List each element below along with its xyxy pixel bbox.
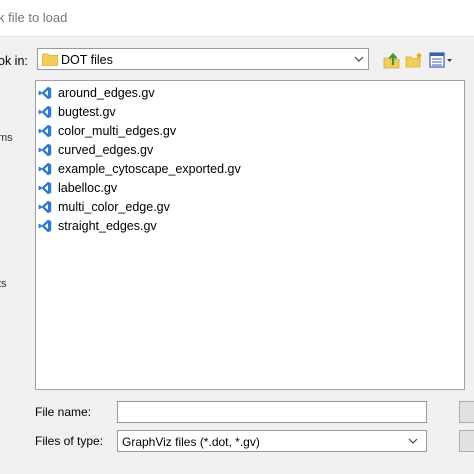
file-name: color_multi_edges.gv xyxy=(58,124,177,138)
vscode-icon xyxy=(38,181,52,195)
up-folder-icon[interactable] xyxy=(382,50,402,70)
file-name: straight_edges.gv xyxy=(58,219,157,233)
chevron-down-icon xyxy=(408,438,418,444)
look-in-value: DOT files xyxy=(61,53,113,67)
file-name: around_edges.gv xyxy=(58,86,155,100)
list-item[interactable]: curved_edges.gv xyxy=(38,141,153,159)
list-item[interactable]: straight_edges.gv xyxy=(38,217,157,235)
file-name: example_cytoscape_exported.gv xyxy=(58,162,241,176)
vscode-icon xyxy=(38,124,52,138)
file-name-label: File name: xyxy=(35,405,92,419)
file-name: bugtest.gv xyxy=(58,105,116,119)
view-menu-icon[interactable] xyxy=(428,50,454,70)
file-type-dropdown[interactable]: GraphViz files (*.dot, *.gv) xyxy=(117,430,427,452)
file-name-input[interactable] xyxy=(117,401,427,423)
file-name: curved_edges.gv xyxy=(58,143,154,157)
folder-icon xyxy=(42,53,58,66)
place-label[interactable]: ms xyxy=(0,132,13,144)
file-list[interactable]: around_edges.gv bugtest.gv color_multi_e… xyxy=(35,80,465,390)
look-in-dropdown[interactable]: DOT files xyxy=(37,48,369,70)
window-title: k file to load xyxy=(0,10,68,25)
vscode-icon xyxy=(38,162,52,176)
vscode-icon xyxy=(38,105,52,119)
new-folder-icon[interactable] xyxy=(405,50,425,70)
title-bar: k file to load xyxy=(0,0,474,37)
file-type-value: GraphViz files (*.dot, *.gv) xyxy=(122,435,260,449)
vscode-icon xyxy=(38,86,52,100)
place-label[interactable]: ts xyxy=(0,278,7,290)
file-name: multi_color_edge.gv xyxy=(58,200,170,214)
open-button[interactable] xyxy=(459,401,474,423)
vscode-icon xyxy=(38,200,52,214)
list-item[interactable]: multi_color_edge.gv xyxy=(38,198,170,216)
list-item[interactable]: bugtest.gv xyxy=(38,103,116,121)
places-bar: ms ts xyxy=(0,80,30,395)
file-type-label: Files of type: xyxy=(35,434,104,448)
list-item[interactable]: labelloc.gv xyxy=(38,179,117,197)
list-item[interactable]: example_cytoscape_exported.gv xyxy=(38,160,241,178)
file-name: labelloc.gv xyxy=(58,181,118,195)
vscode-icon xyxy=(38,219,52,233)
cancel-button[interactable] xyxy=(459,430,474,452)
chevron-down-icon xyxy=(354,56,364,62)
look-in-label: ok in: xyxy=(0,54,28,68)
vscode-icon xyxy=(38,143,52,157)
list-item[interactable]: color_multi_edges.gv xyxy=(38,122,176,140)
list-item[interactable]: around_edges.gv xyxy=(38,84,155,102)
